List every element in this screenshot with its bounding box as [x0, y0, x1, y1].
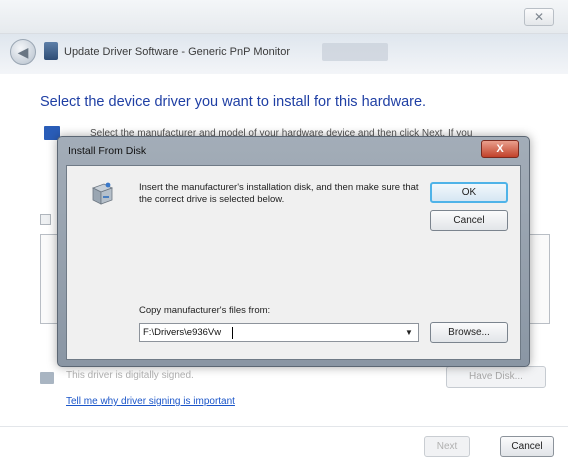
cancel-button[interactable]: Cancel: [500, 436, 554, 457]
compatible-hardware-checkbox[interactable]: [40, 214, 51, 225]
copy-from-label: Copy manufacturer's files from:: [139, 305, 271, 316]
dialog-content: Insert the manufacturer's installation d…: [66, 165, 521, 360]
close-icon: ✕: [533, 10, 545, 24]
footer-separator: [0, 426, 568, 427]
dialog-cancel-button[interactable]: Cancel: [430, 210, 508, 231]
close-icon: X: [496, 143, 504, 155]
shield-icon: [40, 372, 54, 384]
signing-status: This driver is digitally signed.: [66, 370, 194, 381]
blurred-tab: [322, 43, 388, 61]
path-combobox[interactable]: F:\Drivers\e936Vw ▼: [139, 323, 419, 342]
wizard-title: Update Driver Software - Generic PnP Mon…: [64, 46, 290, 58]
install-from-disk-dialog: Install From Disk X Insert the manufactu…: [57, 136, 530, 367]
page-heading: Select the device driver you want to ins…: [40, 94, 427, 110]
dialog-message: Insert the manufacturer's installation d…: [139, 182, 419, 205]
back-button[interactable]: ◀: [10, 39, 36, 65]
device-icon: [44, 42, 58, 60]
wizard-header: ◀ Update Driver Software - Generic PnP M…: [0, 34, 568, 74]
dialog-titlebar[interactable]: Install From Disk X: [58, 137, 529, 165]
have-disk-button[interactable]: Have Disk...: [446, 366, 546, 388]
dialog-title: Install From Disk: [68, 145, 147, 157]
path-input[interactable]: F:\Drivers\e936Vw: [143, 327, 221, 338]
text-caret: [232, 327, 233, 339]
outer-titlebar: ✕: [0, 0, 568, 34]
next-button[interactable]: Next: [424, 436, 470, 457]
ok-button[interactable]: OK: [430, 182, 508, 203]
driver-signing-link[interactable]: Tell me why driver signing is important: [66, 396, 235, 407]
dialog-close-button[interactable]: X: [481, 140, 519, 158]
disk-drive-icon: [91, 182, 114, 205]
back-arrow-icon: ◀: [17, 44, 29, 60]
browse-button[interactable]: Browse...: [430, 322, 508, 343]
outer-close-button[interactable]: ✕: [524, 8, 554, 26]
chevron-down-icon[interactable]: ▼: [402, 326, 416, 339]
